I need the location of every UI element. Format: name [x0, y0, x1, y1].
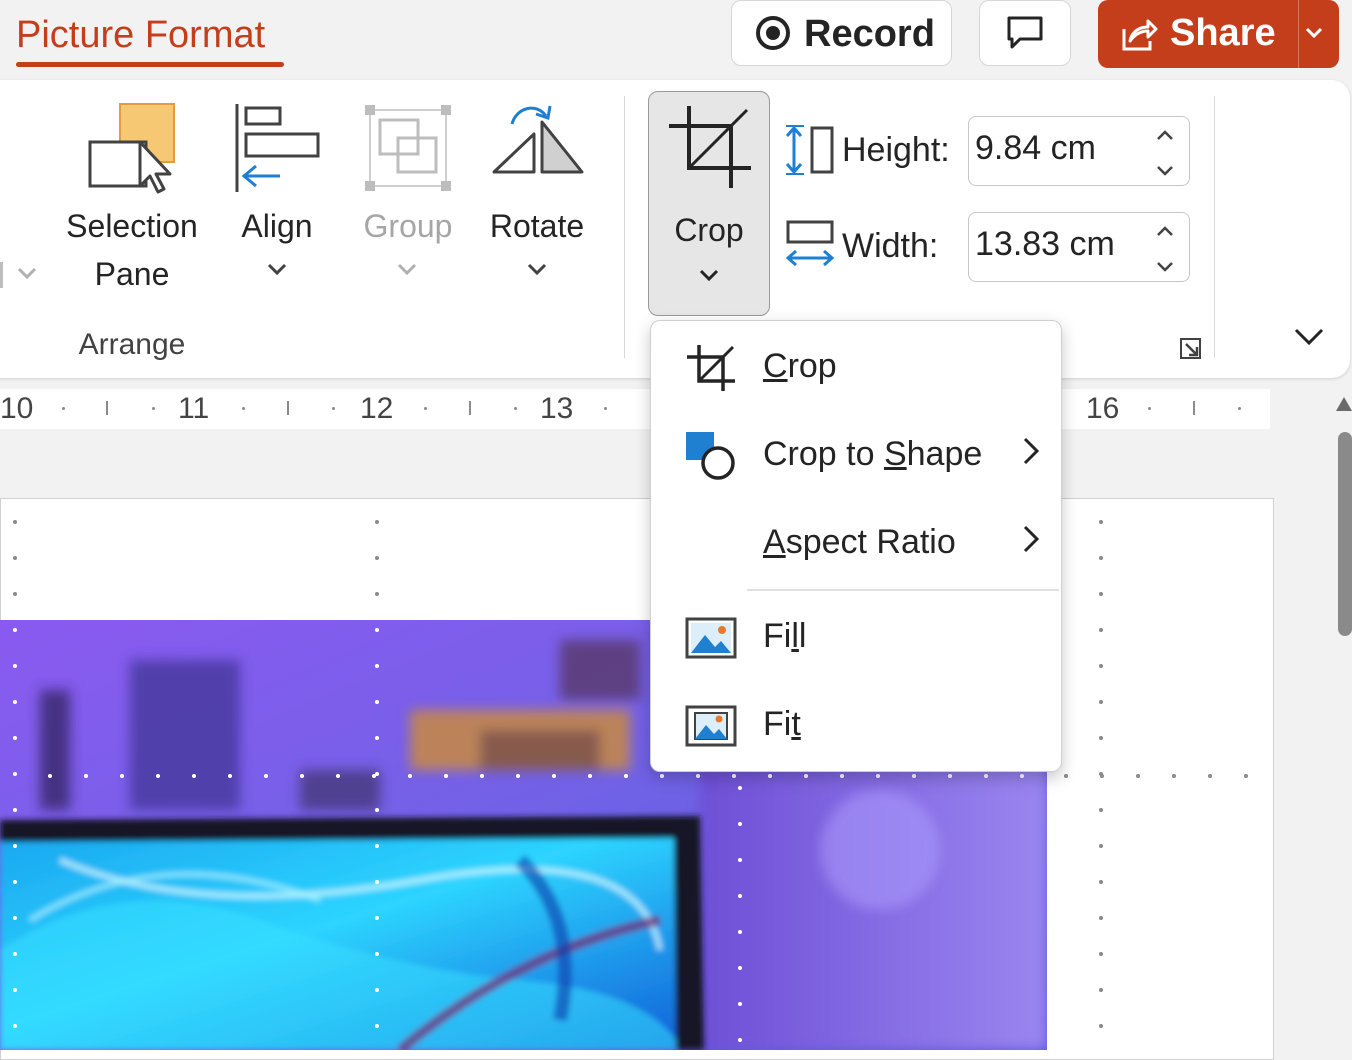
menu-item-crop[interactable]: Crop: [651, 323, 1061, 409]
share-button[interactable]: Share: [1098, 0, 1339, 68]
ribbon-expand-chevron-icon[interactable]: [1292, 326, 1326, 348]
comments-button[interactable]: [979, 0, 1071, 66]
record-button[interactable]: Record: [731, 0, 952, 66]
ruler-number: 11: [178, 392, 210, 425]
record-label: Record: [804, 13, 935, 55]
partial-control-edge: [0, 262, 3, 288]
crop-chevron-down-icon: [699, 269, 719, 282]
menu-divider: [747, 589, 1059, 591]
ruler-number: 16: [1086, 392, 1120, 425]
ruler-number: 12: [360, 392, 394, 425]
menu-item-label: Crop to Shape: [763, 435, 983, 473]
selection-pane-icon: [88, 103, 175, 194]
width-input[interactable]: 13.83 cm: [975, 225, 1115, 264]
submenu-chevron-right-icon: [1023, 437, 1040, 465]
align-chevron-down-icon: [267, 263, 287, 276]
selection-pane-label-line2: Pane: [94, 256, 170, 292]
fill-picture-icon: [685, 617, 737, 659]
selection-pane-button[interactable]: Selection Pane: [60, 98, 204, 308]
align-button[interactable]: Align: [230, 98, 324, 298]
align-left-icon: [235, 104, 320, 192]
group-label: Group: [363, 208, 453, 244]
ruler-number: 13: [540, 392, 574, 425]
menu-item-crop-to-shape[interactable]: Crop to Shape: [651, 411, 1061, 497]
height-label: Height:: [842, 131, 950, 169]
width-label: Width:: [842, 227, 939, 265]
rotate-button[interactable]: Rotate: [484, 98, 590, 298]
tab-picture-format[interactable]: Picture Format: [16, 14, 265, 57]
ribbon-group-separator: [624, 96, 625, 358]
width-spin-arrows-icon[interactable]: [1153, 219, 1177, 279]
menu-item-fit[interactable]: Fit: [651, 681, 1061, 767]
comment-icon: [1007, 16, 1043, 49]
vertical-scrollbar-thumb[interactable]: [1338, 432, 1352, 636]
rotate-chevron-down-icon: [527, 263, 547, 276]
group-objects-icon: [365, 105, 451, 191]
align-label: Align: [241, 208, 313, 244]
crop-label: Crop: [674, 212, 744, 248]
shape-width-icon: [785, 220, 835, 267]
share-icon: [1122, 19, 1158, 51]
group-button[interactable]: Group: [356, 98, 460, 298]
size-dialog-launcher-icon[interactable]: [1178, 336, 1204, 362]
share-dropdown-chevron-icon[interactable]: [1304, 26, 1324, 40]
submenu-chevron-right-icon: [1023, 525, 1040, 553]
height-input[interactable]: 9.84 cm: [975, 129, 1096, 168]
selection-pane-label-line1: Selection: [66, 208, 198, 244]
horizontal-ruler: 10 11 12 13 16: [0, 389, 1270, 429]
crop-icon: [669, 106, 751, 188]
ribbon-group-separator: [1214, 96, 1215, 358]
share-split-divider: [1298, 0, 1299, 68]
menu-item-label: Crop: [763, 347, 837, 385]
menu-item-aspect-ratio[interactable]: Aspect Ratio: [651, 499, 1061, 585]
ruler-number: 10: [0, 392, 34, 425]
menu-item-label: Fit: [763, 705, 801, 743]
shape-height-icon: [785, 125, 834, 175]
width-spinner[interactable]: 13.83 cm: [968, 212, 1190, 282]
rotate-label: Rotate: [489, 208, 585, 244]
record-icon: [756, 16, 790, 50]
height-spin-arrows-icon[interactable]: [1153, 123, 1177, 183]
menu-item-label: Aspect Ratio: [763, 523, 956, 561]
chevron-down-icon[interactable]: [16, 266, 38, 280]
scroll-up-arrow-icon[interactable]: [1335, 393, 1352, 413]
crop-icon: [687, 345, 735, 391]
menu-item-label: Fill: [763, 617, 807, 655]
menu-item-fill[interactable]: Fill: [651, 593, 1061, 679]
fit-picture-icon: [685, 705, 737, 747]
height-spinner[interactable]: 9.84 cm: [968, 116, 1190, 186]
arrange-group-label: Arrange: [78, 328, 186, 361]
crop-to-shape-icon: [686, 432, 735, 480]
share-label: Share: [1170, 12, 1276, 54]
rotate-icon: [492, 105, 584, 174]
selection-guides: [13, 520, 1254, 1045]
group-chevron-down-icon: [397, 263, 417, 276]
crop-dropdown-button[interactable]: Crop: [648, 91, 770, 316]
crop-dropdown-menu: Crop Crop to Shape Aspect Ratio Fill Fit: [650, 320, 1062, 772]
active-tab-indicator: [16, 62, 284, 67]
